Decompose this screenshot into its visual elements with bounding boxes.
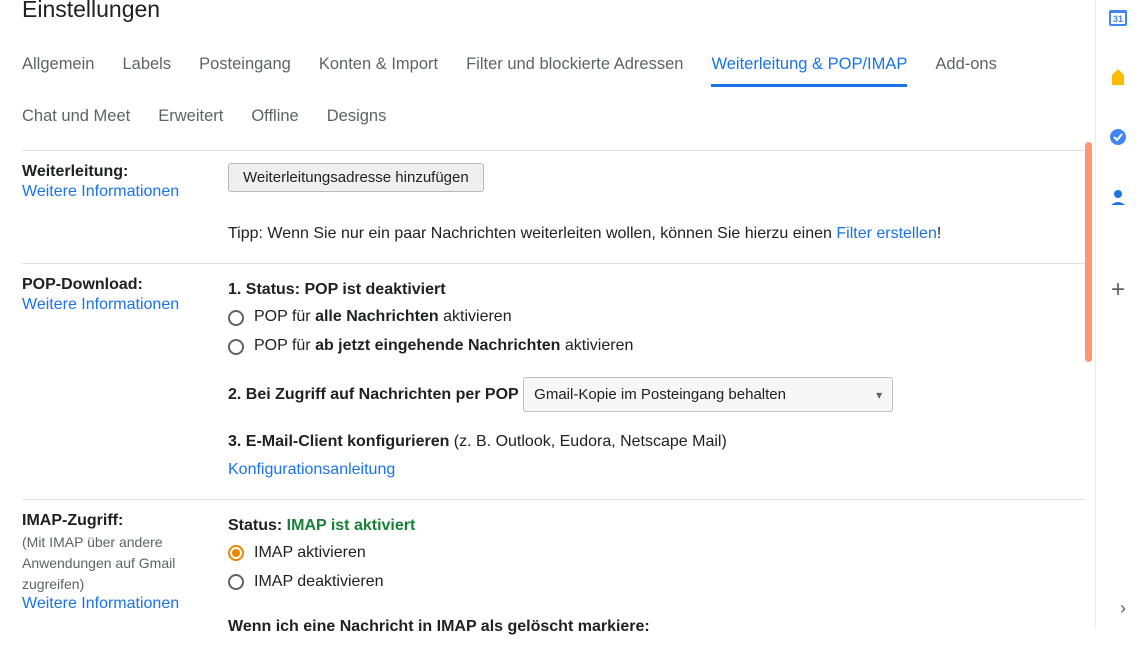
tab-chat-meet[interactable]: Chat und Meet	[22, 107, 130, 136]
pop-step3-examples: (z. B. Outlook, Eudora, Netscape Mail)	[449, 433, 726, 450]
create-filter-link[interactable]: Filter erstellen	[836, 225, 936, 242]
section-forwarding: Weiterleitung: Weitere Informationen Wei…	[22, 151, 1085, 264]
chevron-down-icon: ▾	[876, 385, 882, 405]
imap-disable-label: IMAP deaktivieren	[254, 568, 384, 597]
pop-step3-label: 3. E-Mail-Client konfigurieren	[228, 433, 449, 450]
imap-more-info-link[interactable]: Weitere Informationen	[22, 595, 179, 612]
side-panel-collapse-icon[interactable]: ›	[1120, 598, 1126, 619]
add-addon-button[interactable]: +	[1111, 276, 1125, 304]
imap-enable-radio[interactable]	[228, 545, 244, 561]
imap-status-label: Status:	[228, 517, 287, 534]
section-imap: IMAP-Zugriff: (Mit IMAP über andere Anwe…	[22, 500, 1085, 656]
contacts-icon[interactable]	[1107, 186, 1129, 208]
pop-copy-action-select[interactable]: Gmail-Kopie im Posteingang behalten ▾	[523, 377, 893, 413]
forwarding-title: Weiterleitung:	[22, 163, 214, 181]
tab-allgemein[interactable]: Allgemein	[22, 55, 94, 87]
pop-status-value: POP ist deaktiviert	[304, 281, 445, 298]
section-pop-download: POP-Download: Weitere Informationen 1. S…	[22, 264, 1085, 500]
add-forwarding-address-button[interactable]: Weiterleitungsadresse hinzufügen	[228, 163, 484, 192]
forwarding-more-info-link[interactable]: Weitere Informationen	[22, 183, 179, 200]
imap-delete-heading: Wenn ich eine Nachricht in IMAP als gelö…	[228, 613, 1085, 640]
side-panel: 31 + ›	[1095, 0, 1140, 629]
imap-disable-radio[interactable]	[228, 574, 244, 590]
tab-konten-import[interactable]: Konten & Import	[319, 55, 438, 87]
tab-labels[interactable]: Labels	[122, 55, 171, 87]
pop-enable-all-label: POP für alle Nachrichten aktivieren	[254, 303, 512, 332]
keep-icon[interactable]	[1107, 66, 1129, 88]
pop-step2-label: 2. Bei Zugriff auf Nachrichten per POP	[228, 386, 519, 403]
forwarding-tip: Tipp: Wenn Sie nur ein paar Nachrichten …	[228, 220, 1085, 247]
tasks-icon[interactable]	[1107, 126, 1129, 148]
imap-status-value: IMAP ist aktiviert	[287, 517, 416, 534]
pop-config-guide-link[interactable]: Konfigurationsanleitung	[228, 461, 395, 478]
forwarding-tip-suffix: !	[937, 225, 941, 242]
pop-enable-fromnow-radio[interactable]	[228, 339, 244, 355]
pop-enable-fromnow-label: POP für ab jetzt eingehende Nachrichten …	[254, 332, 633, 361]
scrollbar-thumb[interactable]	[1085, 142, 1092, 362]
pop-copy-action-value: Gmail-Kopie im Posteingang behalten	[534, 382, 786, 408]
tab-designs[interactable]: Designs	[327, 107, 387, 136]
pop-enable-all-radio[interactable]	[228, 310, 244, 326]
tab-addons[interactable]: Add-ons	[935, 55, 996, 87]
tab-posteingang[interactable]: Posteingang	[199, 55, 291, 87]
pop-status-prefix: 1. Status:	[228, 281, 304, 298]
pop-title: POP-Download:	[22, 276, 214, 294]
imap-title: IMAP-Zugriff:	[22, 512, 214, 530]
tab-filter-blockiert[interactable]: Filter und blockierte Adressen	[466, 55, 683, 87]
svg-text:31: 31	[1113, 14, 1123, 24]
forwarding-tip-prefix: Tipp: Wenn Sie nur ein paar Nachrichten …	[228, 225, 836, 242]
imap-enable-label: IMAP aktivieren	[254, 539, 366, 568]
calendar-icon[interactable]: 31	[1107, 6, 1129, 28]
imap-subtitle: (Mit IMAP über andere Anwendungen auf Gm…	[22, 532, 214, 595]
tab-weiterleitung-pop-imap[interactable]: Weiterleitung & POP/IMAP	[711, 55, 907, 87]
page-title: Einstellungen	[22, 0, 1085, 23]
pop-more-info-link[interactable]: Weitere Informationen	[22, 296, 179, 313]
settings-tabs: Allgemein Labels Posteingang Konten & Im…	[22, 45, 1085, 136]
tab-erweitert[interactable]: Erweitert	[158, 107, 223, 136]
tab-offline[interactable]: Offline	[251, 107, 298, 136]
